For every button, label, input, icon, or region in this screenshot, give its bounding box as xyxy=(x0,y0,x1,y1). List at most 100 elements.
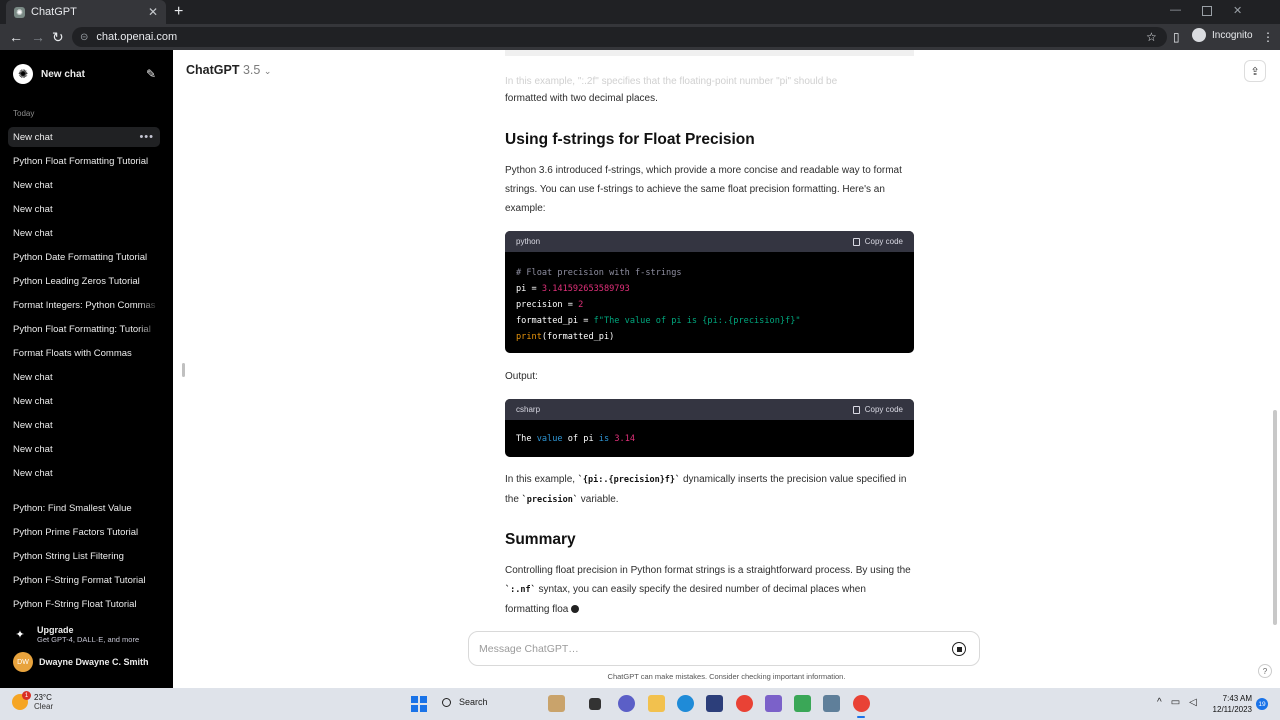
chrome-icon[interactable] xyxy=(736,695,753,712)
new-chat-button[interactable]: ✺ New chat ✎ xyxy=(8,62,160,86)
upgrade-button[interactable]: ✦ Upgrade Get GPT-4, DALL·E, and more xyxy=(8,622,160,646)
side-panel-icon[interactable]: ▯ xyxy=(1173,30,1180,44)
share-icon[interactable]: ⇪ xyxy=(1244,60,1266,82)
sidebar-chat-item[interactable]: Python Leading Zeros Tutorial xyxy=(8,271,160,291)
search-icon xyxy=(442,697,451,707)
windows-taskbar: 1 23°C Clear Search ^ ▭ ◁ 7:43 AM 12/11/… xyxy=(0,688,1280,720)
forward-icon[interactable]: → xyxy=(31,29,45,45)
copy-code-button[interactable]: Copy code xyxy=(852,405,903,414)
sidebar-chat-item[interactable]: Python Float Formatting: Tutorial xyxy=(8,319,160,339)
user-profile-button[interactable]: DW Dwayne Dwayne C. Smith xyxy=(8,651,160,673)
incognito-icon xyxy=(1192,28,1206,42)
browser-tab[interactable]: ✺ ChatGPT ✕ xyxy=(6,0,166,24)
chat-item-label: Python Leading Zeros Tutorial xyxy=(13,275,140,287)
network-icon[interactable]: ▭ xyxy=(1171,697,1180,708)
copy-code-button[interactable]: Copy code xyxy=(852,237,903,246)
bookmark-star-icon[interactable]: ☆ xyxy=(1146,30,1157,44)
volume-icon[interactable]: ◁ xyxy=(1189,697,1197,708)
close-tab-icon[interactable]: ✕ xyxy=(148,5,158,19)
new-tab-icon[interactable]: + xyxy=(174,3,183,21)
text-run: syntax, you can easily specify the desir… xyxy=(505,584,866,615)
chat-item-label: Python: Find Smallest Value xyxy=(13,502,132,514)
minimize-icon[interactable]: — xyxy=(1170,4,1181,16)
chat-item-label: New chat xyxy=(13,395,53,407)
chat-item-label: Python F-String Float Tutorial xyxy=(13,598,137,610)
message-input[interactable] xyxy=(479,640,919,658)
sidebar-chat-item[interactable]: New chat xyxy=(8,367,160,387)
browser-menu-icon[interactable]: ⋮ xyxy=(1262,30,1274,44)
code-number: 3.141592653589793 xyxy=(541,284,630,294)
sidebar-chat-item[interactable]: New chat xyxy=(8,415,160,435)
weather-widget[interactable]: 1 23°C Clear xyxy=(12,691,53,711)
sidebar-chat-item[interactable]: Python: Find Smallest Value xyxy=(8,498,160,518)
sidebar-chat-item[interactable]: Format Integers: Python Commas xyxy=(8,295,160,315)
window-close-icon[interactable]: ✕ xyxy=(1233,4,1242,17)
taskbar-clock[interactable]: 7:43 AM 12/11/2023 xyxy=(1212,693,1252,715)
sidebar-chat-item[interactable]: Python Date Formatting Tutorial xyxy=(8,247,160,267)
chevron-down-icon: ⌄ xyxy=(263,66,272,76)
code-block-header: python Copy code xyxy=(505,231,914,252)
sidebar-chat-item[interactable]: New chat xyxy=(8,463,160,483)
address-bar[interactable]: ⊝ chat.openai.com xyxy=(72,27,1167,47)
faded-text: In this example, ":.2f" specifies that t… xyxy=(505,76,838,87)
edge-browser-icon[interactable] xyxy=(677,695,694,712)
windows-start-icon[interactable] xyxy=(411,696,427,712)
chat-item-label: New chat xyxy=(13,371,53,383)
upgrade-subtitle: Get GPT-4, DALL·E, and more xyxy=(37,634,140,644)
code-token: The xyxy=(516,434,537,444)
task-view-icon[interactable] xyxy=(589,698,601,710)
chat-app-icon[interactable] xyxy=(618,695,635,712)
chat-item-label: Python Float Formatting: Tutorial xyxy=(13,323,151,335)
avatar: DW xyxy=(13,652,33,672)
taskbar-search[interactable]: Search xyxy=(442,697,488,707)
disclaimer-text: ChatGPT can make mistakes. Consider chec… xyxy=(607,672,846,681)
notification-badge[interactable]: 19 xyxy=(1256,698,1268,710)
edit-icon[interactable]: ✎ xyxy=(146,67,156,81)
sidebar-chat-item[interactable]: Format Floats with Commas xyxy=(8,343,160,363)
new-chat-label: New chat xyxy=(41,68,85,80)
sidebar-chat-item[interactable]: Python F-String Format Tutorial xyxy=(8,570,160,590)
chrome-active-icon[interactable] xyxy=(853,695,870,712)
app-icon[interactable] xyxy=(823,695,840,712)
chat-item-label: New chat xyxy=(13,443,53,455)
sidebar-collapse-handle[interactable] xyxy=(182,363,185,377)
code-keyword: value xyxy=(536,434,563,444)
maximize-icon[interactable] xyxy=(1202,6,1212,16)
chat-item-label: New chat xyxy=(13,131,53,143)
file-explorer-icon[interactable] xyxy=(648,695,665,712)
widgets-app-icon[interactable] xyxy=(548,695,565,712)
sidebar-chat-item[interactable]: Python Float Formatting Tutorial xyxy=(8,151,160,171)
store-icon[interactable] xyxy=(706,695,723,712)
sidebar-chat-item[interactable]: Python Prime Factors Tutorial xyxy=(8,522,160,542)
model-name: ChatGPT xyxy=(186,63,240,77)
upgrade-title: Upgrade xyxy=(37,624,74,635)
more-options-icon[interactable]: ••• xyxy=(139,131,154,143)
code-block-header: csharp Copy code xyxy=(505,399,914,420)
chat-item-label: Python String List Filtering xyxy=(13,550,124,562)
sidebar-chat-item[interactable]: New chat xyxy=(8,175,160,195)
system-tray[interactable]: ^ ▭ ◁ xyxy=(1157,697,1197,708)
chevron-up-icon[interactable]: ^ xyxy=(1157,697,1162,708)
sidebar-chat-item[interactable]: New chat xyxy=(8,199,160,219)
help-icon[interactable]: ? xyxy=(1258,664,1272,678)
sidebar-chat-item[interactable]: Python F-String Float Tutorial xyxy=(8,594,160,614)
sidebar-chat-item[interactable]: Python String List Filtering xyxy=(8,546,160,566)
incognito-indicator[interactable]: Incognito xyxy=(1192,28,1253,42)
stop-generating-button[interactable] xyxy=(952,642,966,656)
model-selector[interactable]: ChatGPT 3.5 ⌄ xyxy=(186,63,271,77)
app-icon[interactable] xyxy=(765,695,782,712)
chat-item-label: New chat xyxy=(13,227,53,239)
code-comment: # Float precision with f-strings xyxy=(516,268,682,278)
sidebar-chat-item[interactable]: New chat xyxy=(8,223,160,243)
output-label: Output: xyxy=(505,371,538,382)
sidebar-chat-item[interactable]: New chat xyxy=(8,391,160,411)
sidebar-chat-item[interactable]: New chat ••• xyxy=(8,127,160,147)
back-icon[interactable]: ← xyxy=(9,29,23,45)
sidebar-chat-item[interactable]: New chat xyxy=(8,439,160,459)
section-heading: Summary xyxy=(505,531,576,548)
chat-item-label: New chat xyxy=(13,203,53,215)
reload-icon[interactable]: ↻ xyxy=(52,29,64,45)
site-info-icon[interactable]: ⊝ xyxy=(80,32,88,43)
app-icon[interactable] xyxy=(794,695,811,712)
scrollbar[interactable] xyxy=(1273,410,1277,625)
